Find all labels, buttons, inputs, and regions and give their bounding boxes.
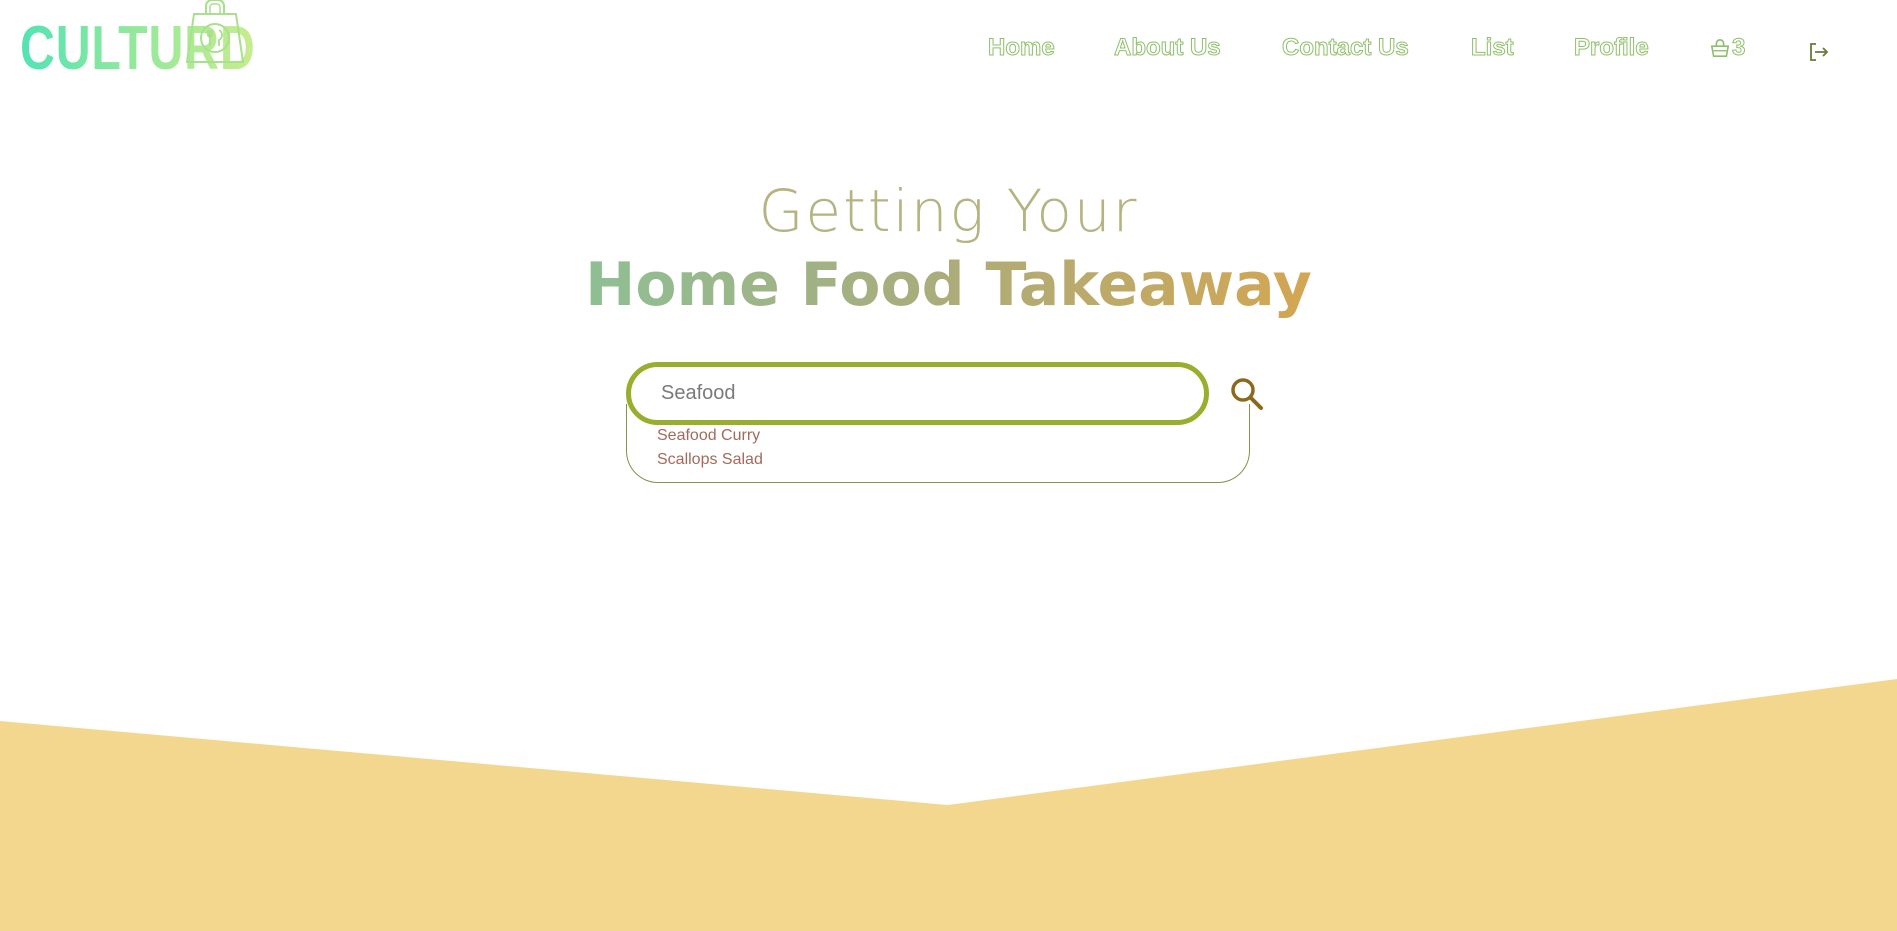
nav-contact-us[interactable]: Contact Us bbox=[1282, 34, 1410, 62]
logout-icon[interactable] bbox=[1806, 40, 1830, 64]
page: CULTURD Home About Us Contact Us List Pr… bbox=[0, 0, 1897, 931]
cart-button[interactable]: 3 bbox=[1710, 34, 1746, 62]
main-nav: Home About Us Contact Us List Profile 3 bbox=[0, 30, 1897, 70]
nav-profile[interactable]: Profile bbox=[1574, 34, 1650, 62]
hero-title: Home Food Takeaway bbox=[0, 250, 1897, 320]
cart-count-badge: 3 bbox=[1731, 34, 1746, 62]
nav-list[interactable]: List bbox=[1471, 34, 1515, 62]
search-icon[interactable] bbox=[1228, 375, 1266, 413]
suggestion-item[interactable]: Scallops Salad bbox=[657, 451, 763, 469]
basket-icon bbox=[1710, 39, 1730, 57]
nav-about-us[interactable]: About Us bbox=[1114, 34, 1222, 62]
search-input[interactable] bbox=[626, 362, 1209, 425]
nav-home[interactable]: Home bbox=[988, 34, 1056, 62]
hero-subtitle: Getting Your bbox=[758, 177, 1139, 245]
suggestion-item[interactable]: Seafood Curry bbox=[657, 427, 760, 445]
hero-title-text: Home Food Takeaway bbox=[585, 250, 1312, 320]
